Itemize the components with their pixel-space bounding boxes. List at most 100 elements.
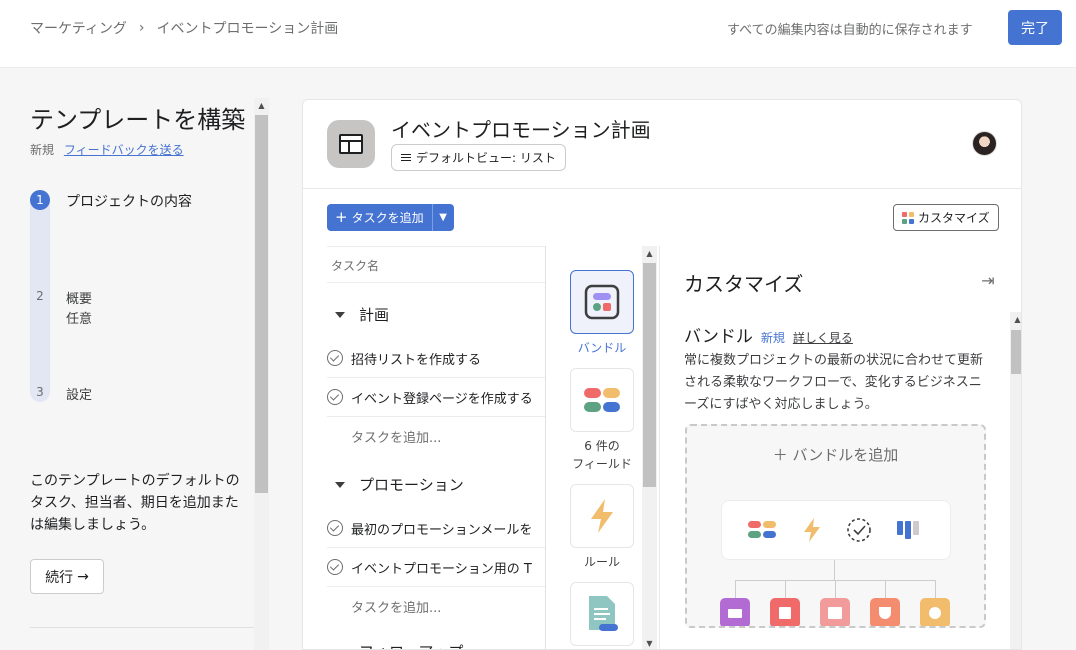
timeline-leaf-icon (870, 598, 900, 626)
lightning-icon (804, 518, 820, 542)
task-name: 招待リストを作成する (351, 352, 482, 368)
add-bundle-dropzone[interactable]: ＋ バンドルを追加 (685, 424, 986, 628)
project-icon (327, 120, 375, 168)
check-circle-icon[interactable] (327, 520, 343, 536)
add-bundle-button[interactable]: ＋ バンドルを追加 (687, 444, 984, 465)
bundle-title: バンドル (684, 327, 753, 347)
step-1-label[interactable]: プロジェクトの内容 (66, 191, 192, 211)
done-button[interactable]: 完了 (1008, 10, 1062, 45)
task-name-column-header[interactable]: タスク名 (327, 246, 545, 283)
left-scrollbar[interactable]: ▲ (254, 98, 269, 650)
customize-label: カスタマイズ (918, 211, 990, 225)
rail-rules-button[interactable] (570, 484, 634, 548)
breadcrumb-current: イベントプロモーション計画 (156, 21, 339, 37)
task-row[interactable]: 最初のプロモーションメールを (327, 509, 545, 548)
workflow-leaf-icon (920, 598, 950, 626)
fields-icon (584, 388, 620, 412)
collapse-panel-icon[interactable]: ⇥ (978, 270, 998, 290)
section-name: フォローアップ (359, 641, 463, 649)
breadcrumb: マーケティング › イベントプロモーション計画 (30, 18, 338, 38)
rail-forms-button[interactable] (570, 582, 634, 646)
check-circle-icon[interactable] (327, 389, 343, 405)
task-row[interactable]: イベント登録ページを作成する (327, 378, 545, 417)
learn-more-link[interactable]: 詳しく見る (793, 329, 853, 346)
section-header[interactable]: プロモーション (335, 474, 464, 495)
add-task-button[interactable]: + タスクを追加 (327, 204, 432, 231)
add-task-row[interactable]: タスクを追加... (351, 597, 441, 616)
breadcrumb-separator: › (138, 20, 145, 36)
list-icon (401, 153, 411, 162)
task-row[interactable]: イベントプロモーション用の T (327, 548, 545, 587)
step-1-number[interactable]: 1 (30, 190, 50, 210)
section-header[interactable]: フォローアップ (335, 641, 463, 649)
step-2-sub: 任意 (66, 312, 93, 327)
check-circle-icon[interactable] (327, 350, 343, 366)
scrollbar-thumb[interactable] (1011, 330, 1021, 374)
scroll-up-icon[interactable]: ▲ (1010, 312, 1021, 327)
lightning-icon (591, 499, 613, 533)
task-row[interactable]: 招待リストを作成する (327, 339, 545, 378)
step-3-number[interactable]: 3 (30, 382, 50, 402)
customize-button[interactable]: カスタマイズ (893, 204, 999, 231)
window-icon (339, 134, 363, 154)
tree-connector (735, 580, 736, 598)
add-task-label: タスクを追加 (351, 211, 424, 225)
rail-bundle-button[interactable] (570, 270, 634, 334)
arrow-right-icon: → (77, 568, 89, 585)
scroll-up-icon[interactable]: ▲ (642, 246, 657, 261)
scroll-down-icon[interactable]: ▼ (642, 636, 657, 649)
add-task-control: + タスクを追加 ▼ (327, 204, 454, 231)
panel-links: 新規 フィードバックを送る (30, 141, 184, 158)
fields-icon (748, 521, 776, 538)
avatar[interactable] (972, 131, 997, 156)
plus-icon: ＋ (772, 446, 788, 464)
form-icon (589, 596, 618, 631)
tree-connector (785, 580, 786, 598)
tree-connector (835, 580, 836, 598)
rail-bundle-label[interactable]: バンドル (560, 339, 644, 357)
scrollbar-thumb[interactable] (643, 263, 656, 487)
step-2-label[interactable]: 概要 (66, 288, 92, 307)
continue-button[interactable]: 続行 → (30, 559, 104, 594)
add-task-row[interactable]: タスクを追加... (351, 427, 441, 446)
task-name: 最初のプロモーションメールを (351, 522, 533, 538)
step-3-label[interactable]: 設定 (66, 384, 92, 403)
continue-label: 続行 (45, 569, 74, 586)
step-2-number[interactable]: 2 (30, 286, 50, 306)
project-title[interactable]: イベントプロモーション計画 (391, 114, 651, 143)
project-leaf-icon (720, 598, 750, 626)
default-view-label: デフォルトビュー: リスト (416, 151, 556, 165)
bundle-heading: バンドル 新規 詳しく見る (684, 322, 853, 347)
breadcrumb-parent[interactable]: マーケティング (30, 18, 127, 38)
caret-down-icon[interactable] (335, 481, 345, 488)
customize-content: カスタマイズ ⇥ バンドル 新規 詳しく見る 常に複数プロジェクトの最新の状況に… (659, 246, 1021, 649)
section-header[interactable]: 計画 (335, 304, 389, 325)
default-view-chip[interactable]: デフォルトビュー: リスト (391, 144, 566, 171)
tree-connector (935, 580, 936, 598)
new-badge: 新規 (760, 331, 785, 345)
caret-down-icon[interactable] (335, 311, 345, 318)
feedback-link[interactable]: フィードバックを送る (64, 143, 184, 157)
plus-icon: + (335, 208, 348, 226)
bundle-description: 常に複数プロジェクトの最新の状況に合わせて更新される柔軟なワークフローで、変化す… (684, 353, 984, 412)
step-description: このテンプレートのデフォルトのタスク、担当者、期日を追加または編集しましょう。 (30, 473, 240, 533)
section-name: 計画 (359, 306, 390, 324)
rail-scrollbar[interactable]: ▲ ▼ (642, 246, 657, 649)
rail-rules-label[interactable]: ルール (560, 553, 644, 571)
chevron-down-icon[interactable]: ▼ (431, 204, 454, 231)
divider (303, 188, 1021, 189)
check-circle-icon[interactable] (327, 559, 343, 575)
board-icon (897, 521, 919, 539)
calendar-leaf-icon (820, 598, 850, 626)
scroll-up-icon[interactable]: ▲ (254, 98, 269, 113)
panel-title: テンプレートを構築 (30, 106, 246, 134)
rail-fields-button[interactable] (570, 368, 634, 432)
tree-connector (885, 580, 886, 598)
customize-scrollbar[interactable]: ▲ (1010, 312, 1021, 649)
new-badge: 新規 (30, 143, 55, 157)
scrollbar-thumb[interactable] (255, 115, 268, 493)
rail-fields-label[interactable]: 6 件の フィールド (560, 437, 644, 473)
task-name: イベントプロモーション用の T (351, 561, 532, 577)
check-circle-icon (847, 518, 871, 542)
add-bundle-label: バンドルを追加 (792, 446, 899, 464)
